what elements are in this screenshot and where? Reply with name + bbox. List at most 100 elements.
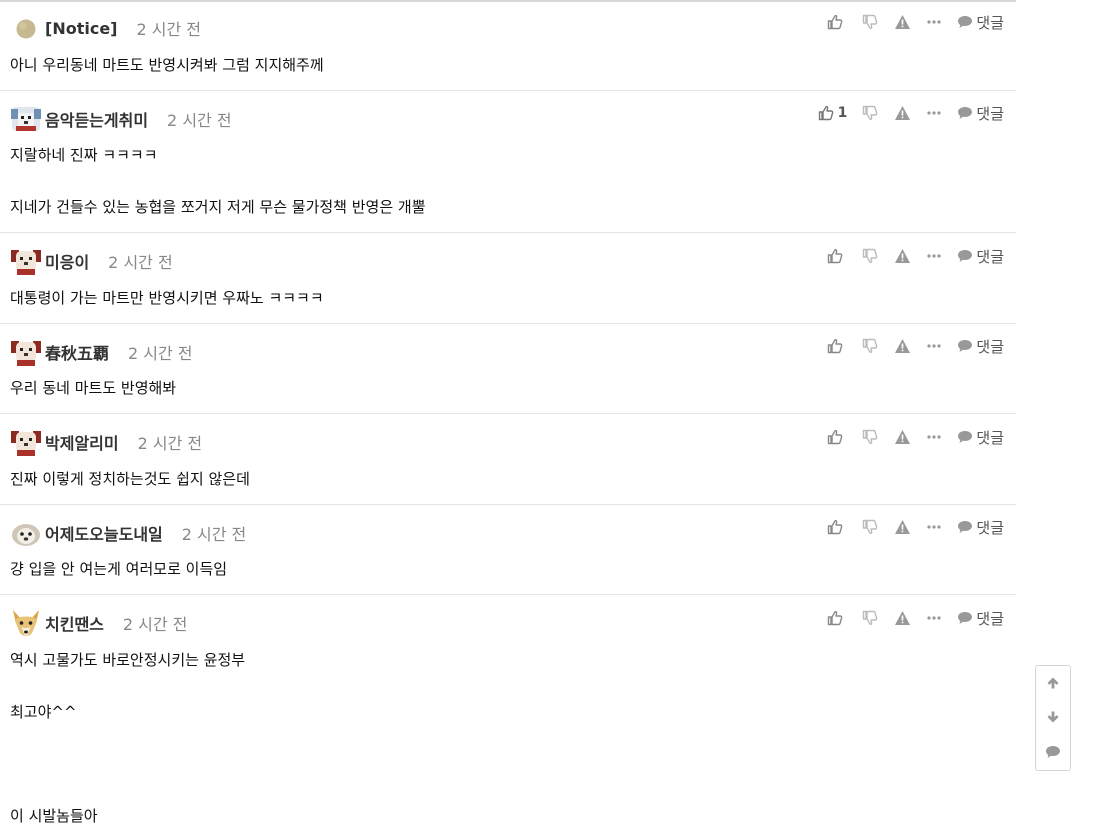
scroll-up-button[interactable] (1036, 666, 1070, 700)
reply-label: 댓글 (976, 518, 1004, 537)
like-button[interactable] (827, 425, 847, 449)
more-button[interactable] (925, 244, 943, 268)
more-button[interactable] (925, 334, 943, 358)
more-button[interactable] (925, 515, 943, 539)
thumbs-up-icon (828, 338, 843, 354)
comment-body: 지랄하네 진짜 ㅋㅋㅋㅋ 지네가 건들수 있는 농협을 쪼거지 저게 무슨 물가… (10, 142, 426, 220)
warning-icon (894, 611, 910, 625)
comment-nickname[interactable]: 春秋五覇 (45, 340, 109, 364)
comment-actions: 댓글 (827, 606, 1004, 630)
comment-actions: 댓글 (827, 425, 1004, 449)
thumbs-down-icon (863, 519, 878, 535)
more-button[interactable] (925, 101, 943, 125)
dislike-button[interactable] (861, 101, 879, 125)
thumbs-up-icon (828, 429, 843, 445)
report-button[interactable] (893, 515, 911, 539)
comment-time: 2 시간 전 (122, 615, 188, 634)
report-button[interactable] (893, 101, 911, 125)
scroll-to-comments-button[interactable] (1036, 735, 1070, 769)
comment-text-line: 역시 고물가도 바로안정시키는 윤정부 (10, 651, 246, 669)
report-button[interactable] (893, 425, 911, 449)
comment-header: 어제도오늘도내일 2 시간 전 (10, 517, 246, 549)
thumbs-up-icon (828, 519, 843, 535)
comment-item: 미응이 2 시간 전 댓글 대통령이 가는 마트만 반영시키면 우짜노 ㅋㅋㅋㅋ (0, 233, 1016, 324)
comment-text-line: 지네가 건들수 있는 농협을 쪼거지 저게 무슨 물가정책 반영은 개뿔 (10, 198, 426, 216)
reply-button[interactable]: 댓글 (957, 606, 1004, 630)
dislike-button[interactable] (861, 10, 879, 34)
reply-button[interactable]: 댓글 (957, 101, 1004, 125)
speech-bubble-icon (958, 431, 973, 443)
comment-actions: 1 댓글 (818, 101, 1004, 125)
pixel-dog-avatar[interactable] (10, 103, 42, 135)
comment-item: 박제알리미 2 시간 전 댓글 진짜 이렇게 정치하는것도 쉽지 않은데 (0, 414, 1016, 505)
report-button[interactable] (893, 334, 911, 358)
dislike-button[interactable] (861, 515, 879, 539)
thumbs-down-icon (863, 105, 878, 121)
comment-text-line (10, 777, 245, 803)
comment-nickname[interactable]: 박제알리미 (45, 430, 119, 454)
more-button[interactable] (925, 425, 943, 449)
thumbs-down-icon (863, 429, 878, 445)
dislike-button[interactable] (861, 334, 879, 358)
comment-nickname[interactable]: 치킨땐스 (45, 611, 104, 635)
comment-time: 2 시간 전 (136, 20, 201, 39)
more-button[interactable] (925, 10, 943, 34)
like-button[interactable] (827, 515, 847, 539)
report-button[interactable] (893, 10, 911, 34)
comment-list: [Notice] 2 시간 전 댓글 아니 우리동네 마트도 반영시켜봐 그럼 … (0, 0, 1016, 833)
dislike-button[interactable] (861, 425, 879, 449)
reply-button[interactable]: 댓글 (957, 10, 1004, 34)
comment-nickname[interactable]: 미응이 (45, 249, 89, 273)
reply-button[interactable]: 댓글 (957, 515, 1004, 539)
ellipsis-icon (927, 20, 941, 24)
pixel-dog-avatar[interactable] (10, 245, 42, 277)
comment-body: 역시 고물가도 바로안정시키는 윤정부 최고야^^ 이 시발놈들아 (10, 647, 245, 829)
pixel-dog-avatar[interactable] (10, 336, 42, 368)
thumbs-up-icon (828, 610, 843, 626)
comment-actions: 댓글 (827, 334, 1004, 358)
report-button[interactable] (893, 244, 911, 268)
speech-bubble-icon (958, 250, 973, 262)
thumbs-up-icon (818, 105, 834, 121)
fox-avatar[interactable] (10, 607, 42, 639)
reply-label: 댓글 (976, 104, 1004, 123)
thumbs-down-icon (863, 610, 878, 626)
comment-time: 2 시간 전 (137, 434, 203, 453)
comment-body: 걍 입을 안 여는게 여러모로 이득임 (10, 556, 227, 582)
comment-nickname[interactable]: 어제도오늘도내일 (45, 521, 163, 545)
like-button[interactable]: 1 (818, 101, 847, 125)
like-button[interactable] (827, 334, 847, 358)
thumbs-down-icon (863, 248, 878, 264)
pixel-dog-avatar[interactable] (10, 426, 42, 458)
comment-item: 음악듣는게취미 2 시간 전 1 댓글 지랄하네 진짜 ㅋㅋㅋㅋ 지네가 건들수… (0, 91, 1016, 233)
ellipsis-icon (927, 525, 941, 529)
puppy-avatar[interactable] (10, 517, 42, 549)
reply-button[interactable]: 댓글 (957, 244, 1004, 268)
more-button[interactable] (925, 606, 943, 630)
comment-body: 아니 우리동네 마트도 반영시켜봐 그럼 지지해주께 (10, 52, 324, 78)
comment-text-line: 우리 동네 마트도 반영해봐 (10, 379, 177, 397)
dislike-button[interactable] (861, 606, 879, 630)
dislike-button[interactable] (861, 244, 879, 268)
reply-label: 댓글 (976, 337, 1004, 356)
like-button[interactable] (827, 244, 847, 268)
like-button[interactable] (827, 606, 847, 630)
comment-nickname[interactable]: [Notice] (45, 19, 117, 38)
report-button[interactable] (893, 606, 911, 630)
scroll-panel (1035, 665, 1071, 771)
reply-button[interactable]: 댓글 (957, 425, 1004, 449)
ellipsis-icon (927, 111, 941, 115)
like-button[interactable] (827, 10, 847, 34)
comment-nickname[interactable]: 음악듣는게취미 (45, 107, 148, 131)
reply-button[interactable]: 댓글 (957, 334, 1004, 358)
comment-text-line: 아니 우리동네 마트도 반영시켜봐 그럼 지지해주께 (10, 56, 324, 74)
notice-avatar[interactable] (10, 12, 42, 44)
comment-time: 2 시간 전 (108, 253, 173, 272)
comment-header: 음악듣는게취미 2 시간 전 (10, 103, 232, 135)
reply-label: 댓글 (976, 247, 1004, 266)
speech-bubble-icon (958, 340, 973, 352)
comment-time: 2 시간 전 (167, 111, 232, 130)
comment-text-line (10, 168, 426, 194)
scroll-down-button[interactable] (1036, 700, 1070, 734)
comment-actions: 댓글 (827, 515, 1004, 539)
